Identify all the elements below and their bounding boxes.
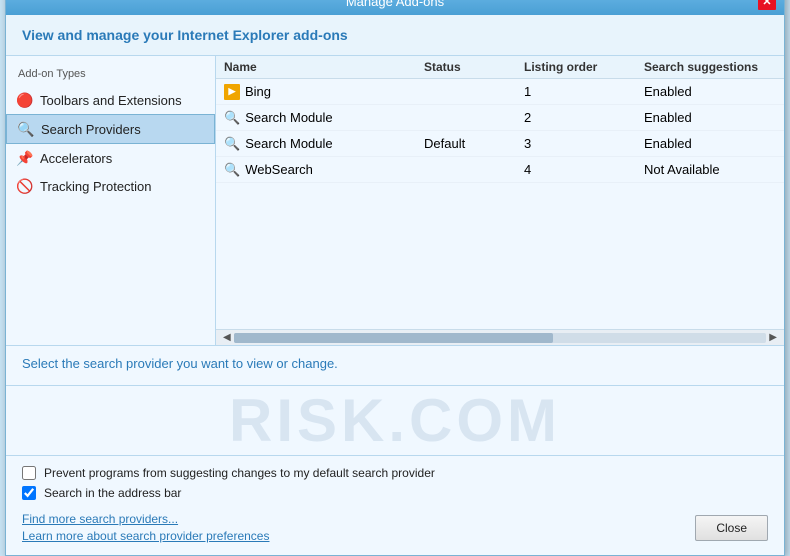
search1-order: 2 <box>524 110 644 125</box>
sidebar-item-accelerators[interactable]: 📌 Accelerators <box>6 144 215 172</box>
col-status: Status <box>424 60 524 74</box>
col-listing-order: Listing order <box>524 60 644 74</box>
sidebar: Add-on Types 🔴 Toolbars and Extensions 🔍… <box>6 56 216 345</box>
search2-order: 3 <box>524 136 644 151</box>
search-module-2-name: Search Module <box>245 136 332 151</box>
toolbars-icon: 🔴 <box>16 91 34 109</box>
scroll-right-arrow[interactable]: ▶ <box>766 332 780 343</box>
websearch-icon: 🔍 <box>224 162 240 178</box>
sidebar-item-toolbars-label: Toolbars and Extensions <box>40 93 182 108</box>
find-providers-link[interactable]: Find more search providers... <box>22 512 269 526</box>
header-banner: View and manage your Internet Explorer a… <box>6 15 784 56</box>
row-name-websearch: 🔍 WebSearch <box>224 162 424 178</box>
sidebar-item-tracking-label: Tracking Protection <box>40 179 152 194</box>
col-search-suggestions: Search suggestions <box>644 60 776 74</box>
col-name: Name <box>224 60 424 74</box>
window-close-button[interactable]: ✕ <box>758 0 776 10</box>
manage-addons-window: Manage Add-ons ✕ View and manage your In… <box>5 0 785 556</box>
search2-status: Default <box>424 136 524 151</box>
footer-link-group: Find more search providers... Learn more… <box>22 512 269 543</box>
address-checkbox[interactable] <box>22 486 36 500</box>
header-banner-text: View and manage your Internet Explorer a… <box>22 27 348 43</box>
websearch-name: WebSearch <box>245 162 313 177</box>
bottom-instruction-section: Select the search provider you want to v… <box>6 346 784 386</box>
sidebar-item-search-label: Search Providers <box>41 122 141 137</box>
row-name-search1: 🔍 Search Module <box>224 110 424 126</box>
bing-icon: ▶ <box>224 84 240 100</box>
scrollbar-thumb[interactable] <box>234 333 554 343</box>
table-row[interactable]: 🔍 Search Module Default 3 Enabled <box>216 131 784 157</box>
close-button[interactable]: Close <box>695 515 768 541</box>
watermark-text: RISK.COM <box>229 386 561 455</box>
prevent-checkbox[interactable] <box>22 466 36 480</box>
accelerators-icon: 📌 <box>16 149 34 167</box>
search-module-2-icon: 🔍 <box>224 136 240 152</box>
scrollbar-track[interactable] <box>234 333 767 343</box>
scrollbar-area[interactable]: ◀ ▶ <box>216 329 784 345</box>
checkbox-prevent-row: Prevent programs from suggesting changes… <box>22 466 768 480</box>
search-module-1-name: Search Module <box>245 110 332 125</box>
table-row[interactable]: ▶ Bing 1 Enabled <box>216 79 784 105</box>
table-row[interactable]: 🔍 Search Module 2 Enabled <box>216 105 784 131</box>
search-module-1-icon: 🔍 <box>224 110 240 126</box>
footer-section: Prevent programs from suggesting changes… <box>6 455 784 555</box>
row-name-search2: 🔍 Search Module <box>224 136 424 152</box>
address-label: Search in the address bar <box>44 486 181 500</box>
sidebar-item-accelerators-label: Accelerators <box>40 151 112 166</box>
watermark-area: RISK.COM <box>6 386 784 455</box>
row-name-bing: ▶ Bing <box>224 84 424 100</box>
checkbox-address-row: Search in the address bar <box>22 486 768 500</box>
table-body: ▶ Bing 1 Enabled 🔍 Search Module 2 Enabl… <box>216 79 784 329</box>
sidebar-item-search[interactable]: 🔍 Search Providers <box>6 114 215 144</box>
scroll-left-arrow[interactable]: ◀ <box>220 332 234 343</box>
search1-suggestions: Enabled <box>644 110 776 125</box>
main-panel: Name Status Listing order Search suggest… <box>216 56 784 345</box>
title-bar: Manage Add-ons ✕ <box>6 0 784 15</box>
window-title: Manage Add-ons <box>32 0 758 9</box>
sidebar-label: Add-on Types <box>6 64 215 86</box>
search2-suggestions: Enabled <box>644 136 776 151</box>
learn-more-link[interactable]: Learn more about search provider prefere… <box>22 529 269 543</box>
search-providers-icon: 🔍 <box>17 120 35 138</box>
sidebar-item-tracking[interactable]: 🚫 Tracking Protection <box>6 172 215 200</box>
websearch-suggestions: Not Available <box>644 162 776 177</box>
tracking-icon: 🚫 <box>16 177 34 195</box>
bing-suggestions: Enabled <box>644 84 776 99</box>
footer-links: Find more search providers... Learn more… <box>22 506 768 545</box>
bing-name: Bing <box>245 84 271 99</box>
table-header: Name Status Listing order Search suggest… <box>216 56 784 79</box>
websearch-order: 4 <box>524 162 644 177</box>
content-area: Add-on Types 🔴 Toolbars and Extensions 🔍… <box>6 56 784 346</box>
sidebar-item-toolbars[interactable]: 🔴 Toolbars and Extensions <box>6 86 215 114</box>
instruction-text: Select the search provider you want to v… <box>22 356 338 371</box>
prevent-label: Prevent programs from suggesting changes… <box>44 466 435 480</box>
table-row[interactable]: 🔍 WebSearch 4 Not Available <box>216 157 784 183</box>
bing-order: 1 <box>524 84 644 99</box>
